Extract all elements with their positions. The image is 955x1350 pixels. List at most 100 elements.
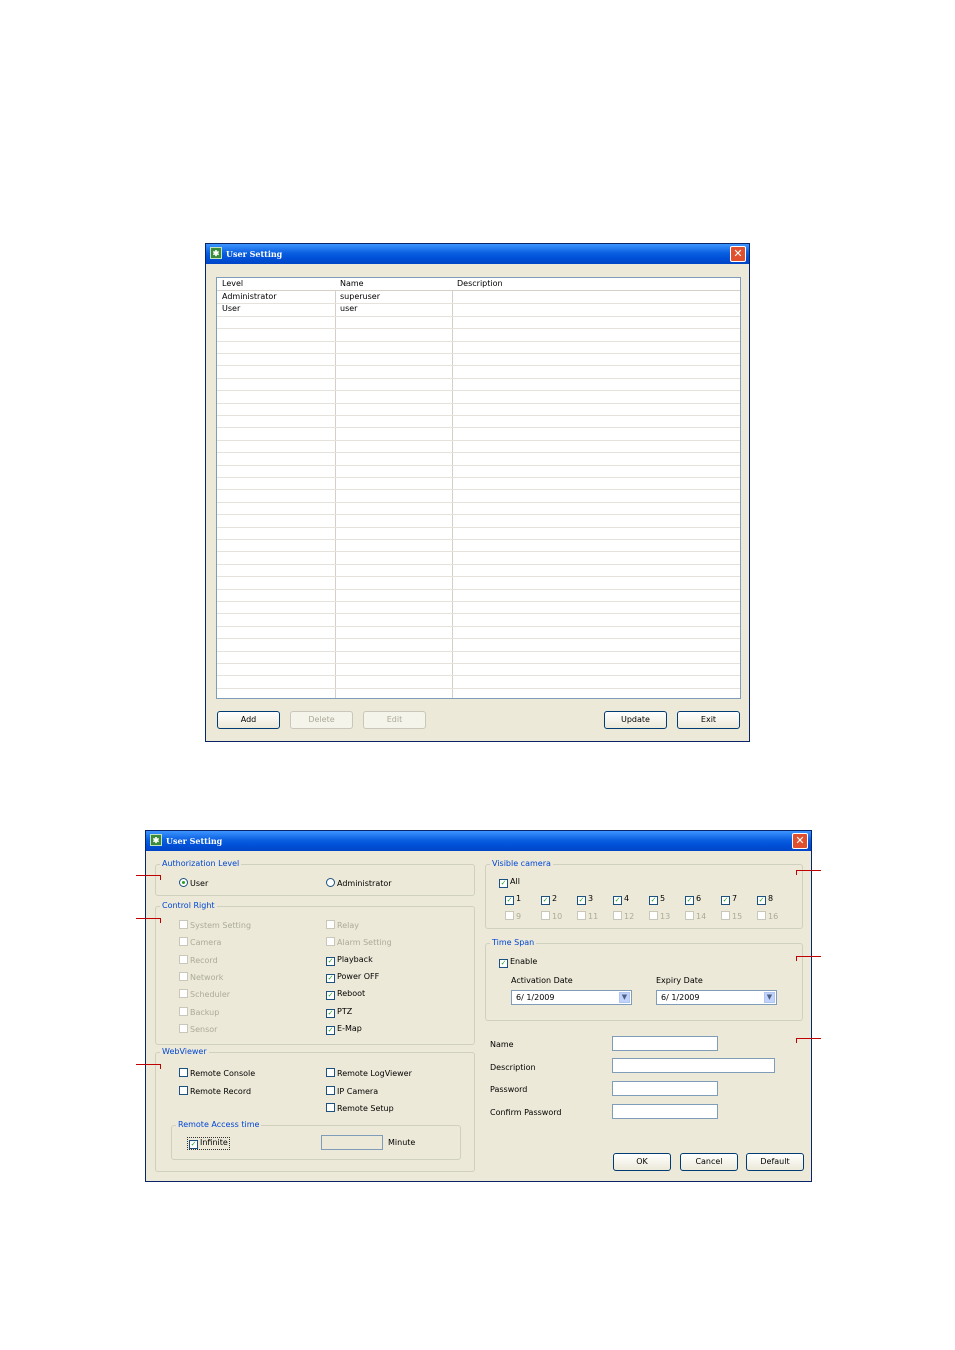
table-row[interactable] [217,341,740,354]
table-row[interactable] [217,626,740,640]
table-row[interactable] [217,328,740,342]
user-table[interactable]: Level Name Description Administrator supe… [216,277,741,699]
checkbox-control-right[interactable]: Backup [179,1006,219,1018]
table-row[interactable] [217,353,740,367]
checkbox-ip-camera[interactable]: IP Camera [326,1086,378,1097]
exit-button[interactable]: Exit [677,711,740,729]
table-row[interactable] [217,527,740,540]
checkbox-camera[interactable]: ✓ 8 [757,894,773,905]
table-row[interactable] [217,403,740,416]
name-input[interactable] [612,1036,718,1051]
checkbox-control-right[interactable]: ✓ E-Map [326,1024,362,1035]
checkbox-camera[interactable]: ✓ 7 [721,894,737,905]
minute-input[interactable] [321,1135,383,1150]
table-row[interactable] [217,365,740,379]
table-row[interactable] [217,514,740,528]
close-icon[interactable]: ✕ [730,246,746,262]
checkbox-control-right[interactable]: Record [179,954,218,966]
table-row[interactable] [217,390,740,404]
checkbox-enable-time-span[interactable]: ✓ Enable [499,957,537,968]
column-header-description[interactable]: Description [457,279,503,288]
checkbox-control-right[interactable]: Scheduler [179,989,230,1000]
checkbox-control-right[interactable]: Relay [326,920,359,931]
checkbox-infinite[interactable]: ✓ Infinite [187,1137,230,1150]
cancel-button[interactable]: Cancel [680,1153,738,1171]
table-row[interactable] [217,477,740,491]
table-row[interactable] [217,502,740,516]
checkbox-remote-record[interactable]: Remote Record [179,1086,251,1097]
checkbox-control-right[interactable]: ✓ PTZ [326,1007,352,1018]
description-input[interactable] [612,1058,775,1073]
checkbox-remote-logviewer[interactable]: Remote LogViewer [326,1068,412,1079]
add-button[interactable]: Add [217,711,280,729]
checkbox-camera[interactable]: 11 [577,911,598,922]
checkbox-camera[interactable]: 14 [685,911,706,922]
checkbox-remote-setup[interactable]: Remote Setup [326,1103,394,1114]
checkbox-control-right[interactable]: System Setting [179,920,251,931]
checkbox-control-right[interactable]: ✓ Power OFF [326,972,379,983]
checkbox-control-right[interactable]: Alarm Setting [326,937,392,948]
ok-button[interactable]: OK [613,1153,671,1171]
table-row[interactable] [217,589,740,602]
checkbox-camera[interactable]: 12 [613,911,634,922]
table-row[interactable] [217,663,740,677]
checkbox-camera[interactable]: ✓ 2 [541,894,557,905]
table-row[interactable] [217,378,740,392]
table-row[interactable] [217,316,740,330]
checkbox-camera[interactable]: 13 [649,911,670,922]
chevron-down-icon[interactable]: ▼ [619,992,630,1003]
column-header-name[interactable]: Name [340,279,364,288]
default-button[interactable]: Default [746,1153,804,1171]
activation-date-picker[interactable]: 6/ 1/2009 ▼ [511,990,632,1005]
update-button[interactable]: Update [604,711,667,729]
table-row[interactable] [217,613,740,627]
column-header-level[interactable]: Level [222,279,243,288]
table-row[interactable]: Administrator superuser [217,291,740,305]
table-row[interactable] [217,651,740,664]
checkbox-control-right[interactable]: Sensor [179,1023,217,1035]
table-row[interactable] [217,489,740,503]
chevron-down-icon[interactable]: ▼ [764,992,775,1003]
checkbox-camera[interactable]: 9 [505,911,521,922]
checkbox-control-right[interactable]: Camera [179,937,221,948]
checkbox-camera[interactable]: 15 [721,911,742,922]
table-row[interactable]: User user [217,303,740,317]
table-row[interactable] [217,427,740,441]
checkbox-camera[interactable]: 10 [541,911,562,922]
checkbox-camera[interactable]: 16 [757,911,778,922]
table-row[interactable] [217,539,740,553]
checkbox-control-right[interactable]: ✓ Playback [326,955,373,966]
radio-administrator[interactable]: Administrator [326,878,392,889]
checkbox-control-right[interactable]: ✓ Reboot [326,989,365,1001]
close-icon[interactable]: ✕ [792,833,808,849]
checkbox-camera[interactable]: ✓ 6 [685,894,701,905]
expiry-date-picker[interactable]: 6/ 1/2009 ▼ [656,990,777,1005]
table-row[interactable] [217,688,740,698]
table-row[interactable] [217,452,740,466]
table-row[interactable] [217,440,740,454]
password-input[interactable] [612,1081,718,1096]
checkbox-remote-console[interactable]: Remote Console [179,1068,255,1079]
title-bar[interactable]: ✱ User Setting ✕ [146,831,811,851]
confirm-password-input[interactable] [612,1104,718,1119]
table-row[interactable] [217,601,740,615]
checkbox-control-right[interactable]: Network [179,971,223,983]
edit-button[interactable]: Edit [363,711,426,729]
radio-user[interactable]: User [179,878,208,889]
checkbox-camera[interactable]: ✓ 1 [505,894,521,905]
table-row[interactable] [217,465,740,478]
checkbox-camera[interactable]: ✓ 3 [577,894,593,905]
checkbox-camera[interactable]: ✓ 4 [613,894,629,905]
checkbox-all-cameras[interactable]: ✓ All [499,877,520,888]
table-row[interactable] [217,415,740,429]
radio-label: Administrator [337,879,392,888]
table-row[interactable] [217,564,740,578]
title-bar[interactable]: ✱ User Setting ✕ [206,244,749,264]
table-row[interactable] [217,576,740,590]
checkbox-label: Remote Setup [337,1104,394,1113]
table-row[interactable] [217,675,740,689]
table-row[interactable] [217,551,740,565]
checkbox-camera[interactable]: ✓ 5 [649,894,665,905]
table-row[interactable] [217,638,740,652]
delete-button[interactable]: Delete [290,711,353,729]
